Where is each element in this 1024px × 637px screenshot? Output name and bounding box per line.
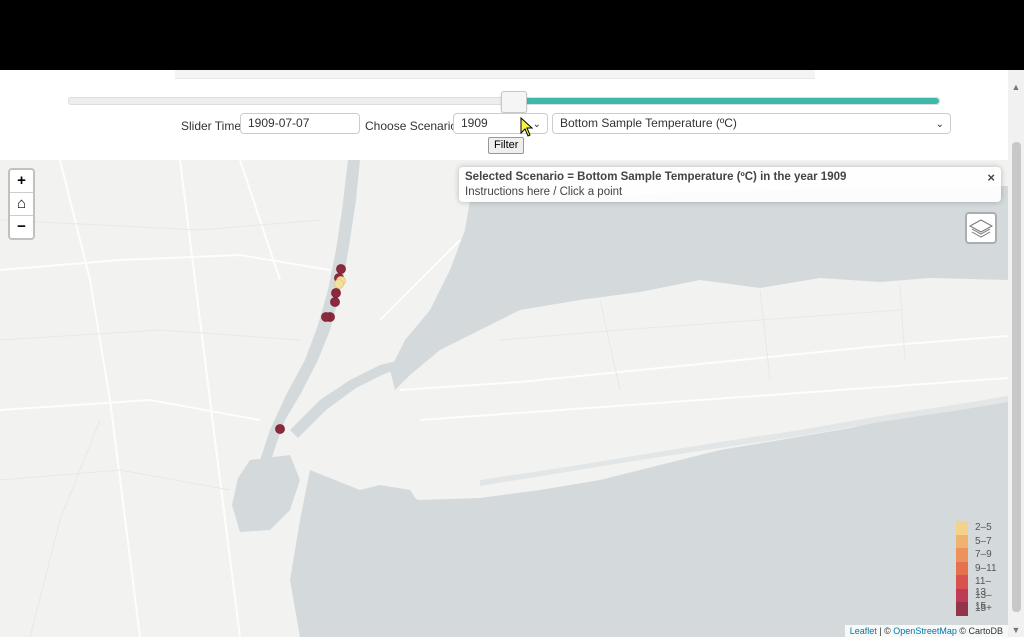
station-markers[interactable] [0,160,1008,637]
legend-swatch [956,534,968,548]
info-subtitle: Instructions here / Click a point [465,186,623,198]
slider-fill [512,98,939,104]
filter-button[interactable]: Filter [488,137,525,154]
black-header-bar [0,0,1024,70]
osm-link[interactable]: OpenStreetMap [893,626,957,636]
year-select-value: 1909 [461,116,488,130]
zoom-control: + ⌂ − [8,168,35,240]
legend-item: 5–7 [952,534,998,548]
legend-label: 2–5 [975,522,992,533]
controls-row: Slider Time: 1909-07-07 Choose Scenario:… [0,113,1008,137]
variable-select-value: Bottom Sample Temperature (ºC) [560,116,737,130]
legend: 2–5 5–7 7–9 9–11 11–13 13–15 15+ [952,521,998,616]
legend-item: 9–11 [952,561,998,575]
legend-label: 5–7 [975,535,992,547]
slider-handle[interactable] [500,91,527,113]
legend-item: 11–13 [952,575,998,598]
slider-time-label: Slider Time: [181,119,245,133]
mouse-cursor-icon [520,117,534,137]
legend-item: 13–15 [952,588,998,612]
legend-swatch [956,575,968,589]
legend-swatch [956,561,968,575]
station-marker[interactable] [321,312,331,322]
time-slider[interactable] [68,91,940,113]
legend-item: 2–5 [952,521,998,535]
home-button[interactable]: ⌂ [10,193,33,216]
page: Slider Time: 1909-07-07 Choose Scenario:… [0,70,1024,637]
station-marker[interactable] [275,424,285,434]
info-title: Selected Scenario = Bottom Sample Temper… [465,171,847,183]
station-marker[interactable] [336,264,346,274]
map[interactable]: + ⌂ − Selected Scenario = Bottom Sample … [0,160,1008,637]
attrib-sep-2: © [956,626,969,636]
legend-swatch [956,521,968,535]
station-marker[interactable] [330,297,340,307]
carto-link: CartoDB [968,626,1003,636]
leaflet-link[interactable]: Leaflet [850,626,877,636]
info-panel: Selected Scenario = Bottom Sample Temper… [459,167,1001,202]
legend-item: 15+ [952,602,998,616]
legend-label: 15+ [975,603,992,614]
layers-icon [968,219,994,238]
zoom-out-button[interactable]: − [10,216,33,238]
close-icon[interactable]: × [987,170,995,185]
scroll-up-icon[interactable]: ▲ [1011,82,1021,92]
choose-scenario-label: Choose Scenario: [365,119,461,133]
attrib-sep-1: | © [876,626,894,636]
legend-label: 9–11 [975,562,997,574]
zoom-in-button[interactable]: + [10,170,33,193]
station-marker[interactable] [331,288,341,298]
legend-swatch [956,588,968,602]
top-strip [175,70,815,79]
layers-control[interactable] [965,212,997,244]
legend-label: 7–9 [975,549,992,560]
scroll-thumb[interactable] [1012,142,1021,612]
slider-time-input[interactable]: 1909-07-07 [240,113,360,134]
legend-item: 7–9 [952,548,998,562]
scrollbar[interactable]: ▲ ▼ [1008,70,1024,637]
scroll-down-icon[interactable]: ▼ [1011,625,1021,635]
station-marker[interactable] [334,279,344,289]
legend-swatch [956,602,968,616]
chevron-down-icon: ⌄ [935,119,944,130]
variable-select[interactable]: Bottom Sample Temperature (ºC) ⌄ [552,113,951,134]
legend-swatch [956,548,968,562]
attribution: Leaflet | © OpenStreetMap © CartoDB [844,625,1008,637]
